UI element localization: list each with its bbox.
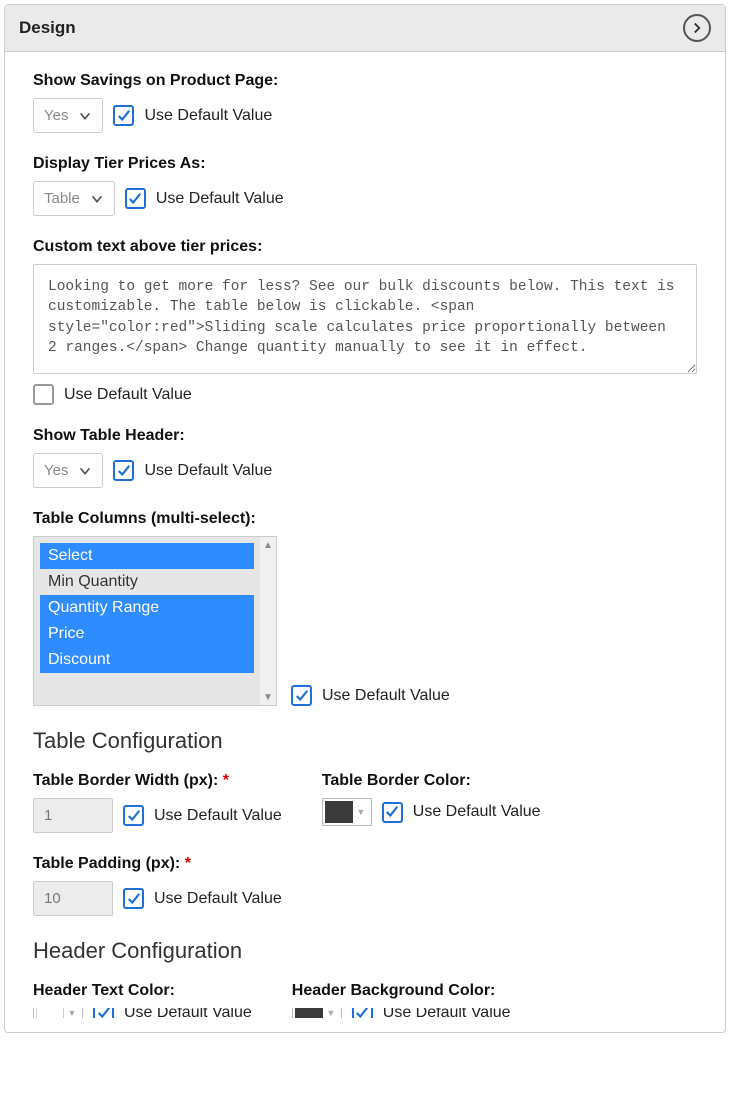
panel-header: Design — [5, 5, 725, 52]
collapse-toggle[interactable] — [683, 14, 711, 42]
check-icon — [295, 689, 309, 703]
input-border-width[interactable] — [33, 798, 113, 833]
select-show-table-header[interactable]: Yes — [33, 453, 103, 488]
ms-option-select[interactable]: Select — [40, 543, 254, 569]
color-box — [295, 1008, 323, 1018]
color-box — [325, 801, 353, 823]
ms-option-min-quantity[interactable]: Min Quantity — [40, 569, 254, 595]
dropdown-arrow-icon: ▼ — [64, 1008, 80, 1018]
check-icon — [127, 809, 141, 823]
label-header-bg-color: Header Background Color: — [292, 982, 511, 1000]
checkbox-show-table-header-udv[interactable] — [113, 460, 134, 481]
design-panel: Design Show Savings on Product Page: Yes… — [4, 4, 726, 1033]
ms-option-quantity-range[interactable]: Quantity Range — [40, 595, 254, 621]
textarea-custom-text[interactable]: Looking to get more for less? See our bu… — [33, 264, 697, 374]
required-icon: * — [223, 772, 229, 789]
check-icon — [127, 892, 141, 906]
label-border-width: Table Border Width (px): * — [33, 772, 282, 790]
check-icon — [385, 805, 399, 819]
colorpicker-header-text-color[interactable]: ▼ — [33, 1008, 83, 1018]
label-display-tier-as: Display Tier Prices As: — [33, 155, 697, 173]
chevron-down-icon — [78, 464, 92, 478]
input-table-padding[interactable] — [33, 881, 113, 916]
ms-option-price[interactable]: Price — [40, 621, 254, 647]
udv-label: Use Default Value — [383, 1008, 511, 1018]
label-table-padding: Table Padding (px): * — [33, 855, 697, 873]
udv-label: Use Default Value — [154, 807, 282, 825]
field-show-table-header: Show Table Header: Yes Use Default Value — [33, 427, 697, 488]
check-icon — [128, 192, 142, 206]
select-display-tier-as[interactable]: Table — [33, 181, 115, 216]
label-border-color: Table Border Color: — [322, 772, 541, 790]
select-value: Table — [44, 190, 80, 207]
udv-label: Use Default Value — [144, 462, 272, 480]
scroll-down-icon: ▼ — [260, 689, 276, 705]
label-show-table-header: Show Table Header: — [33, 427, 697, 445]
field-border-color: Table Border Color: ▼ Use Default Value — [322, 772, 541, 833]
section-table-configuration: Table Configuration — [33, 728, 697, 754]
dropdown-arrow-icon: ▼ — [323, 1008, 339, 1018]
label-table-columns: Table Columns (multi-select): — [33, 510, 697, 528]
checkbox-show-savings-udv[interactable] — [113, 105, 134, 126]
chevron-right-icon — [691, 22, 703, 34]
check-icon — [355, 1008, 369, 1018]
label-header-text-color: Header Text Color: — [33, 982, 252, 1000]
checkbox-table-padding-udv[interactable] — [123, 888, 144, 909]
chevron-down-icon — [78, 109, 92, 123]
label-show-savings: Show Savings on Product Page: — [33, 72, 697, 90]
checkbox-border-width-udv[interactable] — [123, 805, 144, 826]
color-box — [36, 1008, 64, 1018]
label-custom-text: Custom text above tier prices: — [33, 238, 697, 256]
ms-option-discount[interactable]: Discount — [40, 647, 254, 673]
colorpicker-border-color[interactable]: ▼ — [322, 798, 372, 826]
checkbox-header-bg-color-udv[interactable] — [352, 1008, 373, 1018]
field-custom-text: Custom text above tier prices: Looking t… — [33, 238, 697, 405]
field-border-width: Table Border Width (px): * Use Default V… — [33, 772, 282, 833]
udv-label: Use Default Value — [144, 107, 272, 125]
field-table-padding: Table Padding (px): * Use Default Value — [33, 855, 697, 916]
multiselect-table-columns[interactable]: Select Min Quantity Quantity Range Price… — [33, 536, 277, 706]
check-icon — [117, 109, 131, 123]
field-header-bg-color: Header Background Color: ▼ Use Default V… — [292, 982, 511, 1018]
checkbox-custom-text-udv[interactable] — [33, 384, 54, 405]
panel-title: Design — [19, 18, 76, 38]
dropdown-arrow-icon: ▼ — [353, 807, 369, 817]
udv-label: Use Default Value — [156, 190, 284, 208]
select-show-savings[interactable]: Yes — [33, 98, 103, 133]
scrollbar[interactable]: ▲ ▼ — [260, 537, 276, 705]
udv-label: Use Default Value — [413, 803, 541, 821]
checkbox-display-tier-udv[interactable] — [125, 188, 146, 209]
checkbox-table-columns-udv[interactable] — [291, 685, 312, 706]
select-value: Yes — [44, 462, 68, 479]
udv-label: Use Default Value — [154, 890, 282, 908]
checkbox-border-color-udv[interactable] — [382, 802, 403, 823]
checkbox-header-text-color-udv[interactable] — [93, 1008, 114, 1018]
scroll-up-icon: ▲ — [260, 537, 276, 553]
field-header-text-color: Header Text Color: ▼ Use Default Value — [33, 982, 252, 1018]
chevron-down-icon — [90, 192, 104, 206]
check-icon — [97, 1008, 111, 1018]
required-icon: * — [185, 855, 191, 872]
check-icon — [117, 464, 131, 478]
field-show-savings: Show Savings on Product Page: Yes Use De… — [33, 72, 697, 133]
field-table-columns: Table Columns (multi-select): Select Min… — [33, 510, 697, 706]
colorpicker-header-bg-color[interactable]: ▼ — [292, 1008, 342, 1018]
section-header-configuration: Header Configuration — [33, 938, 697, 964]
udv-label: Use Default Value — [322, 687, 450, 705]
udv-label: Use Default Value — [64, 386, 192, 404]
field-display-tier-as: Display Tier Prices As: Table Use Defaul… — [33, 155, 697, 216]
select-value: Yes — [44, 107, 68, 124]
udv-label: Use Default Value — [124, 1008, 252, 1018]
panel-body: Show Savings on Product Page: Yes Use De… — [5, 52, 725, 1032]
